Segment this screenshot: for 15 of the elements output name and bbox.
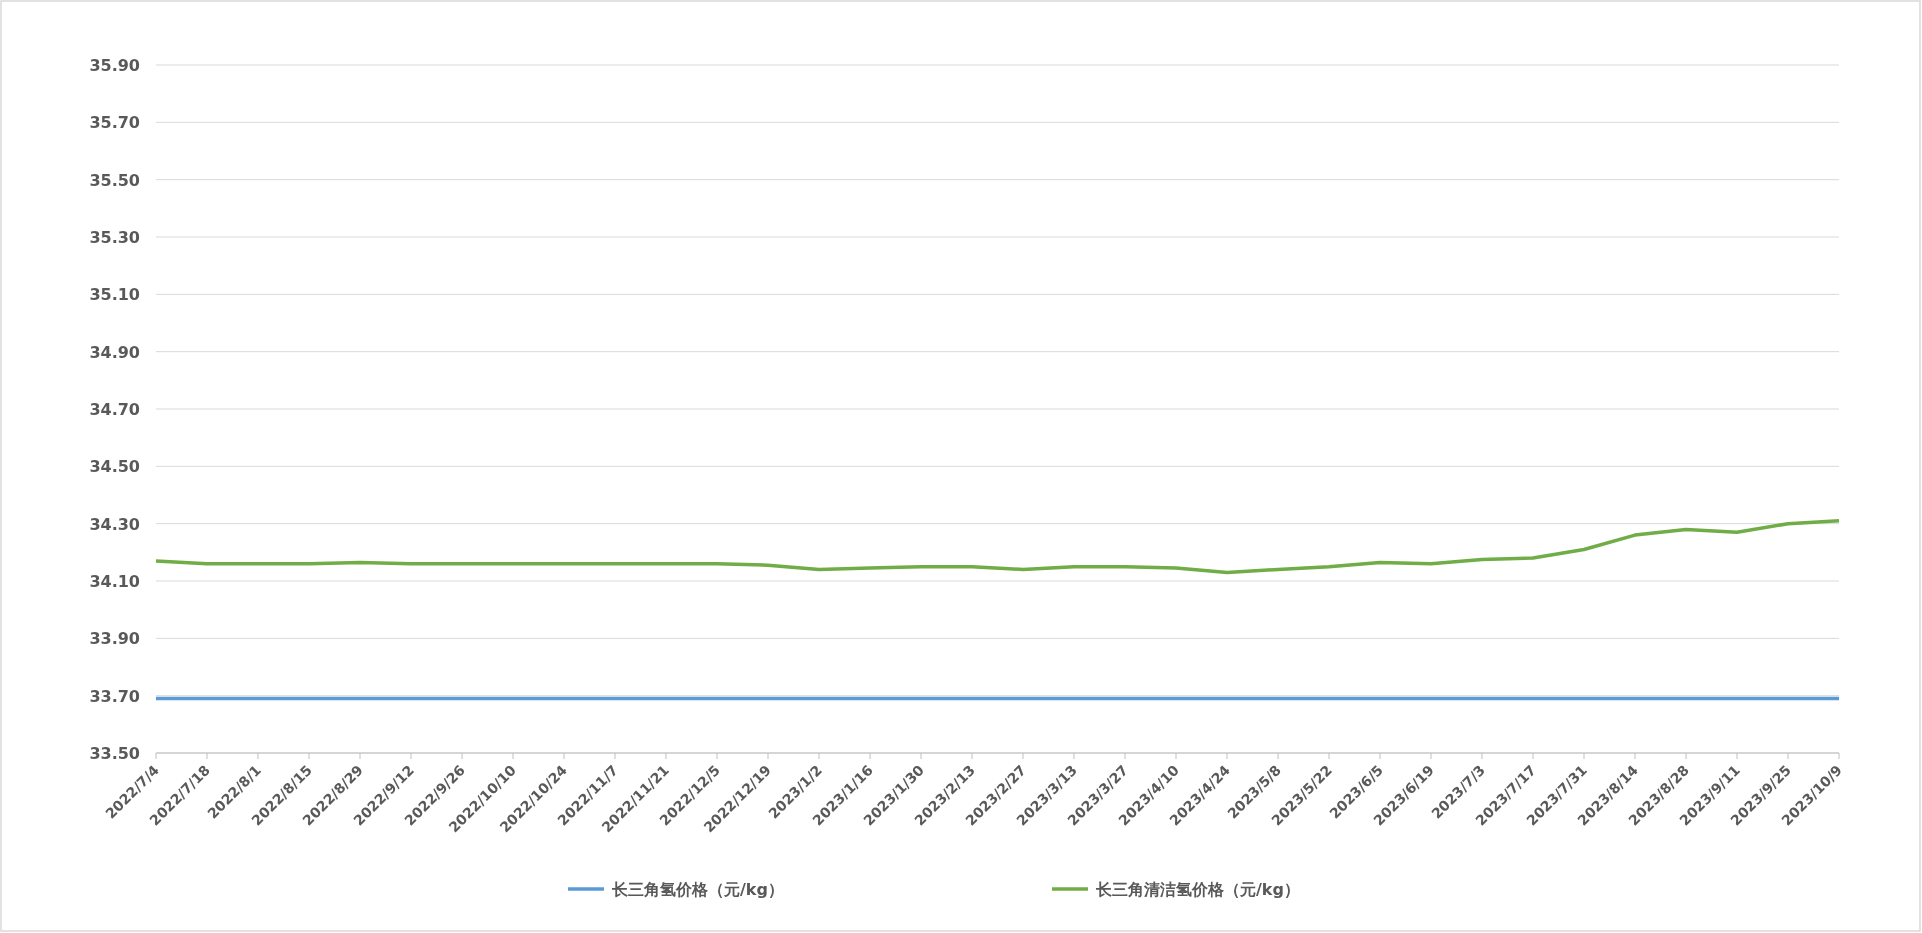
y-tick-label: 35.10 xyxy=(89,285,140,305)
y-tick-label: 35.70 xyxy=(89,113,140,133)
y-tick-label: 34.50 xyxy=(89,457,140,477)
legend-label: 长三角清洁氢价格（元/kg） xyxy=(1096,880,1300,899)
y-tick-label: 35.90 xyxy=(89,56,140,75)
y-tick-label: 34.90 xyxy=(89,342,140,362)
legend-label: 长三角氢价格（元/kg） xyxy=(612,880,784,899)
y-tick-label: 35.30 xyxy=(89,228,140,247)
y-tick-label: 34.30 xyxy=(89,514,140,534)
y-tick-label: 34.70 xyxy=(89,400,140,419)
y-tick-label: 34.10 xyxy=(89,572,140,591)
y-tick-label: 35.50 xyxy=(89,170,140,190)
y-tick-label: 33.70 xyxy=(89,686,140,706)
y-tick-label: 33.50 xyxy=(89,744,140,763)
y-tick-label: 33.90 xyxy=(89,629,140,649)
